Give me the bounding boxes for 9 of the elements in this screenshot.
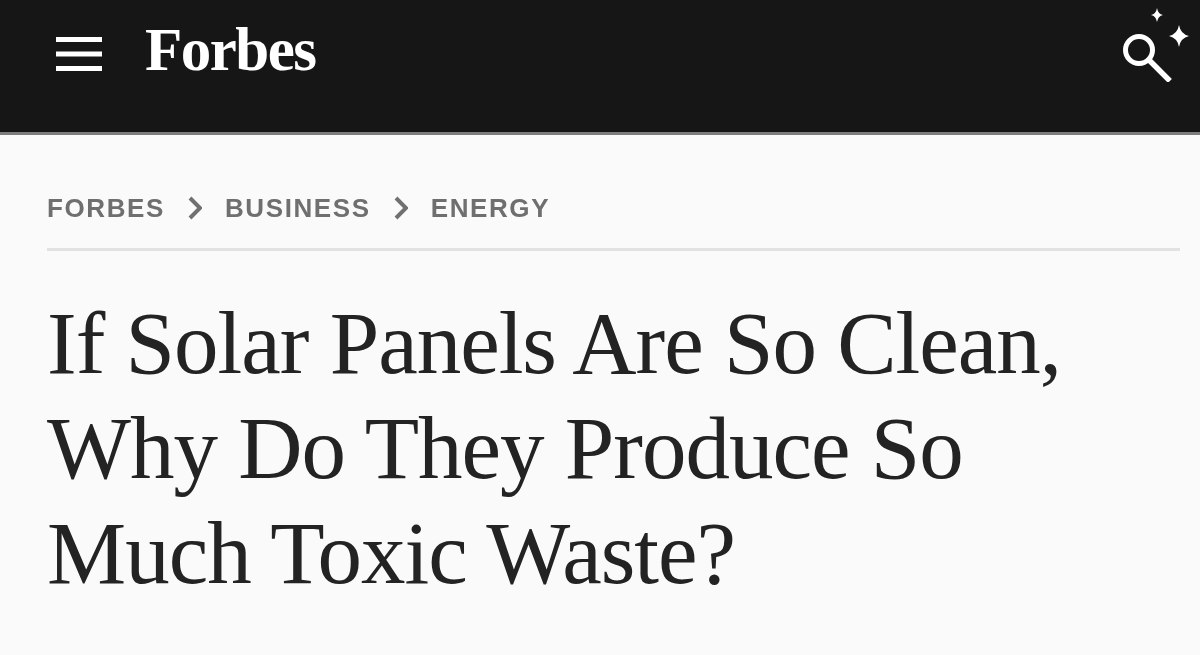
breadcrumb-link[interactable]: FORBES [47,193,165,223]
breadcrumb-link[interactable]: ENERGY [430,193,551,223]
article-headline: If Solar Panels Are So Clean, Why Do They Produce So Much Toxic Waste? [47,293,1063,604]
chevron-right-icon [187,196,202,220]
forbes-logo[interactable]: Forbes [145,16,316,84]
menu-button[interactable] [56,36,102,72]
menu-icon [56,36,102,72]
chevron-right-icon [393,196,408,220]
breadcrumb-link[interactable]: BUSINESS [224,193,371,223]
